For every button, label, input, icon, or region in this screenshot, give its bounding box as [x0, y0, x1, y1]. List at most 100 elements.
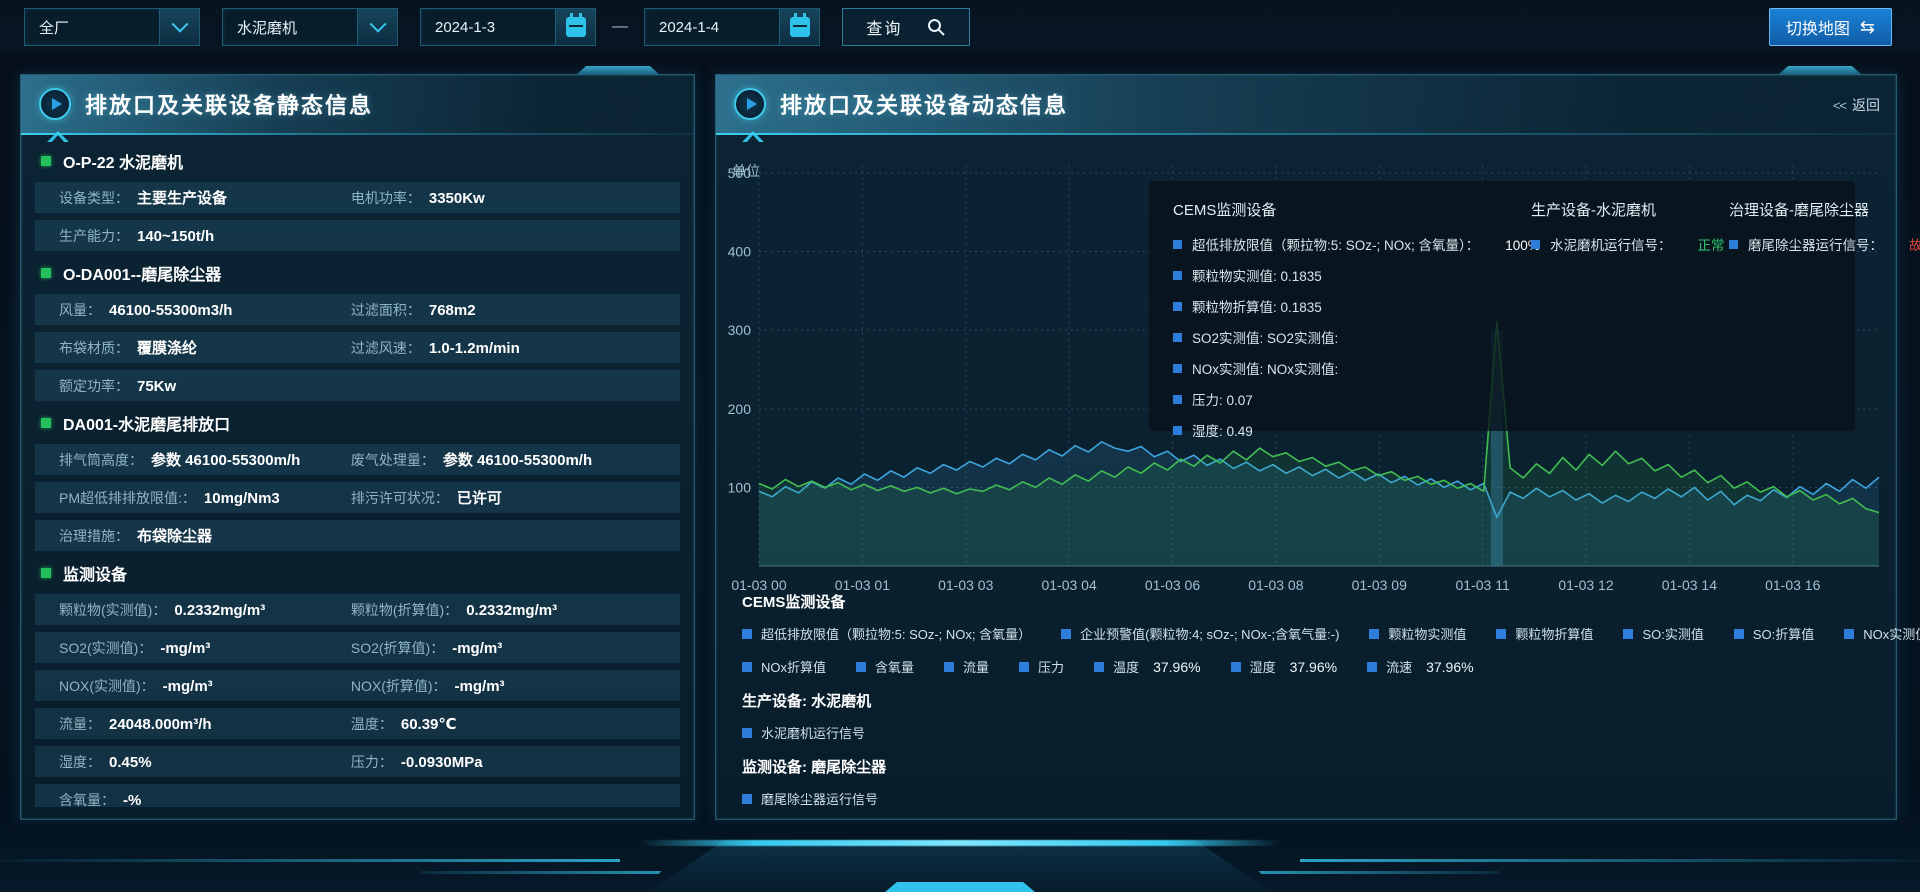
chart-legends: CEMS监测设备 超低排放限值（颗拉物:5: SOz-; NOx; 含氧量） 企… — [742, 591, 1870, 822]
info-label: NOX(折算值)： — [351, 676, 447, 696]
info-label: PM超低排排放限值:： — [59, 488, 196, 508]
legend-item[interactable]: NOx折算值 — [742, 657, 826, 676]
start-date-cap[interactable] — [555, 9, 595, 45]
end-date-input[interactable]: 2024-1-4 — [644, 8, 820, 46]
production-legend: 生产设备: 水泥磨机 水泥磨机运行信号 — [742, 690, 1870, 742]
legend-item-label: SO:折算值 — [1753, 624, 1814, 643]
legend-item[interactable]: 流量 — [944, 657, 989, 676]
info-value: 1.0-1.2m/min — [429, 340, 520, 357]
legend-item-label: 水泥磨机运行信号 — [761, 723, 865, 742]
info-value: 0.2332mg/m³ — [174, 602, 265, 619]
info-label: 颗粒物(实测值)： — [59, 600, 166, 620]
info-value: 0.45% — [109, 754, 152, 771]
panel-corner-notch — [576, 66, 660, 75]
legend-item[interactable]: 颗粒物实测值 — [1369, 624, 1466, 643]
legend-item[interactable]: 颗粒物折算值 — [1496, 624, 1593, 643]
decoration-center-glow — [640, 840, 1280, 846]
chart-plot-area[interactable] — [759, 173, 1879, 566]
device-select-cap[interactable] — [357, 9, 397, 45]
info-label: 治理措施： — [59, 526, 129, 546]
legend-item[interactable]: SO:折算值 — [1734, 624, 1814, 643]
legend-row: 超低排放限值（颗拉物:5: SOz-; NOx; 含氧量） 企业预警值(颗粒物:… — [742, 624, 1870, 643]
info-value: 768m2 — [429, 302, 476, 319]
section-header: 监测设备 — [41, 558, 678, 588]
section-bullet-icon — [41, 156, 51, 166]
info-cell: 含氧量： -% — [59, 790, 351, 808]
monitor-legend-title: 监测设备: 磨尾除尘器 — [742, 756, 1870, 777]
legend-square-icon — [1019, 662, 1029, 672]
device-select[interactable]: 水泥磨机 — [222, 8, 398, 46]
info-value: 60.39℃ — [401, 715, 457, 733]
dynamic-panel-title: 排放口及关联设备动态信息 — [780, 88, 1068, 120]
info-row: 排气筒高度： 参数 46100-55300m/h 废气处理量： 参数 46100… — [35, 444, 680, 475]
info-value: 参数 46100-55300m/h — [443, 449, 592, 470]
legend-item[interactable]: NOx实测值 — [1844, 624, 1920, 643]
legend-item-label: 含氧量 — [875, 657, 914, 676]
legend-item[interactable]: 磨尾除尘器运行信号 — [742, 789, 878, 808]
cems-legend-title: CEMS监测设备 — [742, 591, 1870, 612]
back-arrows-icon: << — [1833, 98, 1846, 113]
date-range-separator: — — [612, 18, 628, 36]
info-value: 主要生产设备 — [137, 187, 227, 208]
legend-square-icon — [1369, 629, 1379, 639]
legend-item[interactable]: 含氧量 — [856, 657, 914, 676]
tooltip-item-value: 故障 — [1909, 234, 1920, 254]
info-cell: 压力： -0.0930MPa — [351, 752, 483, 772]
legend-item[interactable]: 企业预警值(颗粒物:4; sOz-; NOx-;含氧气量:-) — [1061, 624, 1339, 643]
switch-map-label: 切换地图 — [1786, 15, 1850, 39]
legend-item[interactable]: SO:实测值 — [1623, 624, 1703, 643]
legend-item[interactable]: 水泥磨机运行信号 — [742, 723, 865, 742]
section-bullet-icon — [41, 418, 51, 428]
info-label: SO2(折算值)： — [351, 638, 444, 658]
legend-item[interactable]: 流速 37.96% — [1367, 657, 1474, 676]
calendar-icon — [790, 17, 810, 37]
play-icon — [734, 88, 766, 120]
dynamic-info-panel: 排放口及关联设备动态信息 <<返回 单位 10020030040050001-0… — [715, 74, 1897, 820]
section-header: O-DA001--磨尾除尘器 — [41, 258, 678, 288]
info-cell: 生产能力： 140~150t/h — [59, 226, 351, 246]
info-value: -mg/m³ — [160, 640, 210, 657]
svg-text:100: 100 — [728, 479, 752, 495]
plant-select-cap[interactable] — [159, 9, 199, 45]
legend-square-icon — [1844, 629, 1854, 639]
info-value: 覆膜涤纶 — [137, 337, 197, 358]
legend-square-icon — [856, 662, 866, 672]
section-bullet-icon — [41, 268, 51, 278]
end-date-cap[interactable] — [779, 9, 819, 45]
legend-item-value: 37.96% — [1426, 659, 1473, 675]
legend-item[interactable]: 湿度 37.96% — [1231, 657, 1338, 676]
static-info-body: O-P-22 水泥磨机 设备类型： 主要生产设备 电机功率： 3350Kw 生产… — [35, 141, 680, 807]
switch-map-button[interactable]: 切换地图 ⇆ — [1769, 8, 1892, 46]
info-row: 湿度： 0.45% 压力： -0.0930MPa — [35, 746, 680, 777]
legend-item-label: 磨尾除尘器运行信号 — [761, 789, 878, 808]
info-row: 颗粒物(实测值)： 0.2332mg/m³ 颗粒物(折算值)： 0.2332mg… — [35, 594, 680, 625]
legend-item[interactable]: 压力 — [1019, 657, 1064, 676]
search-icon — [926, 17, 946, 37]
section-title: O-DA001--磨尾除尘器 — [63, 261, 221, 285]
decoration-center-notch — [885, 882, 1035, 892]
legend-square-icon — [742, 662, 752, 672]
info-label: 压力： — [351, 752, 393, 772]
chevron-down-icon — [369, 16, 386, 33]
section-title: DA001-水泥磨尾排放口 — [63, 411, 230, 435]
back-button[interactable]: <<返回 — [1833, 95, 1880, 115]
info-cell: NOX(折算值)： -mg/m³ — [351, 676, 505, 696]
legend-item[interactable]: 超低排放限值（颗拉物:5: SOz-; NOx; 含氧量） — [742, 624, 1031, 643]
info-row: 设备类型： 主要生产设备 电机功率： 3350Kw — [35, 182, 680, 213]
info-cell: 过滤风速： 1.0-1.2m/min — [351, 338, 520, 358]
info-label: 过滤面积： — [351, 300, 421, 320]
swap-arrows-icon: ⇆ — [1860, 17, 1875, 38]
chevron-down-icon — [171, 16, 188, 33]
start-date-input[interactable]: 2024-1-3 — [420, 8, 596, 46]
plant-select[interactable]: 全厂 — [24, 8, 200, 46]
legend-item-label: 流速 — [1386, 657, 1412, 676]
info-cell: NOX(实测值)： -mg/m³ — [59, 676, 351, 696]
info-value: 10mg/Nm3 — [204, 490, 280, 507]
info-value: 75Kw — [137, 378, 176, 395]
query-button-label: 查询 — [866, 15, 902, 39]
info-row: NOX(实测值)： -mg/m³ NOX(折算值)： -mg/m³ — [35, 670, 680, 701]
legend-item[interactable]: 温度 37.96% — [1094, 657, 1201, 676]
info-cell: 布袋材质： 覆膜涤纶 — [59, 337, 351, 358]
info-value: -mg/m³ — [452, 640, 502, 657]
query-button[interactable]: 查询 — [842, 8, 970, 46]
